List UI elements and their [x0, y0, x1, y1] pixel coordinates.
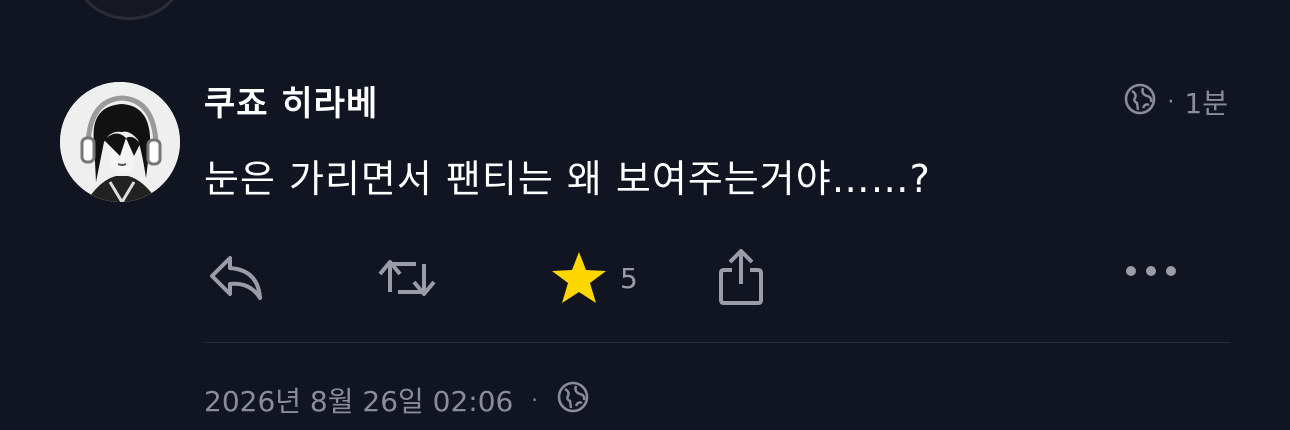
favorite-count: 5 [620, 261, 638, 295]
globe-icon [1123, 82, 1157, 123]
favorite-button[interactable]: 5 [550, 250, 638, 306]
avatar[interactable] [60, 82, 180, 202]
star-icon [552, 252, 606, 303]
share-button[interactable] [716, 248, 766, 306]
boost-button[interactable] [376, 252, 438, 304]
post-time[interactable]: 1분 [1184, 82, 1228, 122]
boost-icon [378, 260, 436, 296]
previous-avatar[interactable] [74, 0, 184, 20]
share-icon [719, 249, 763, 305]
more-button[interactable] [1124, 264, 1178, 278]
post-detail: 쿠죠 히라베 · 1분 눈은 가리면서 팬티는 왜 보여주는거야……? 5 20… [0, 0, 1290, 430]
reply-icon [210, 256, 262, 300]
author-name[interactable]: 쿠죠 히라베 [204, 82, 378, 126]
avatar-image [60, 82, 180, 202]
post-timestamp[interactable]: 2026년 8월 26일 02:06 [204, 380, 513, 420]
reply-button[interactable] [206, 252, 264, 304]
divider [204, 342, 1230, 343]
meta-separator: · [1167, 89, 1175, 115]
post-text: 눈은 가리면서 팬티는 왜 보여주는거야……? [204, 157, 931, 201]
footer-separator: · [531, 388, 538, 412]
post-footer: 2026년 8월 26일 02:06 · [204, 378, 590, 422]
globe-icon [556, 380, 590, 421]
action-bar: 5 [0, 244, 1290, 314]
post-meta: · 1분 [1123, 82, 1228, 122]
more-icon [1126, 266, 1176, 276]
